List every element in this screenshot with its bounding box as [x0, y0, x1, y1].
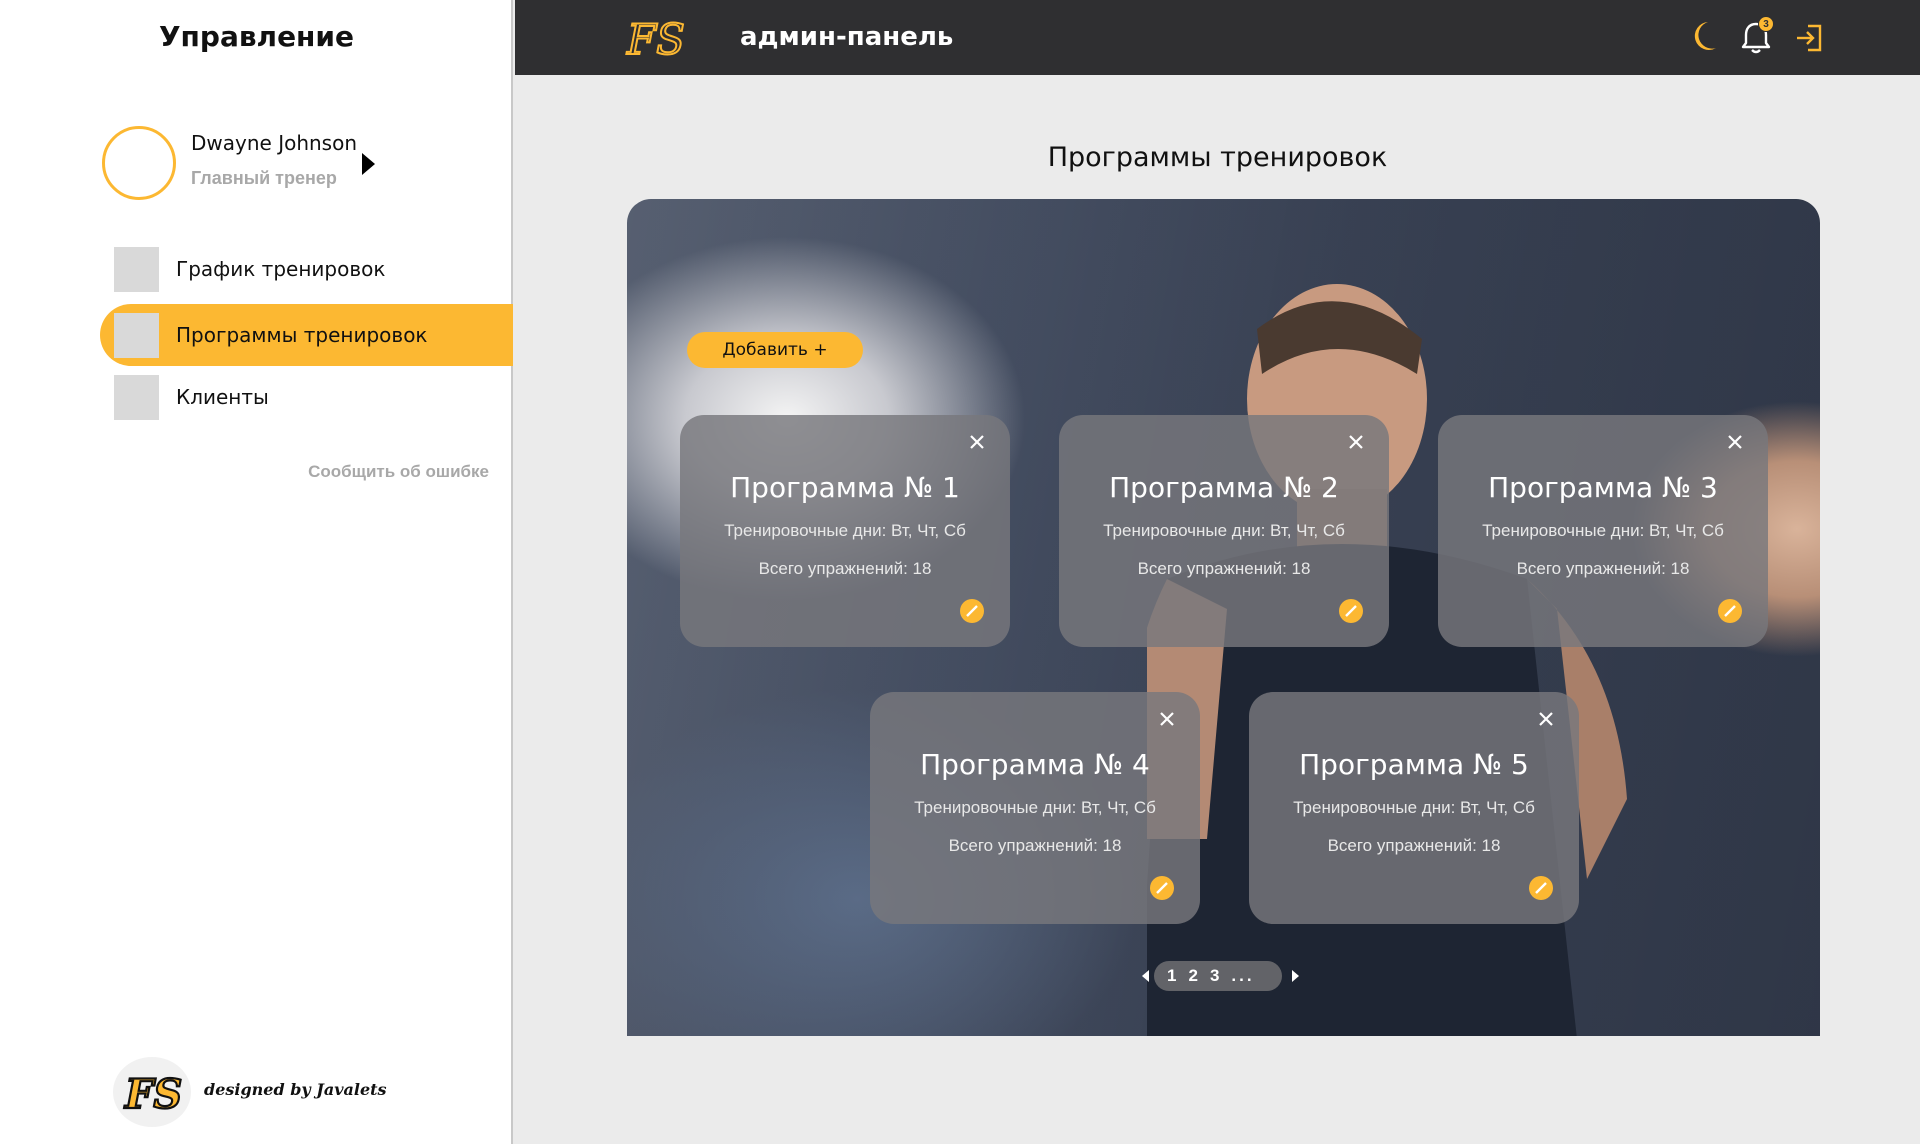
schedule-icon — [114, 246, 159, 292]
program-days: Тренировочные дни: Вт, Чт, Сб — [914, 798, 1156, 817]
close-icon[interactable] — [1535, 708, 1557, 730]
sidebar-item-schedule[interactable]: График тренировок — [100, 238, 513, 300]
close-icon[interactable] — [966, 431, 988, 453]
logout-icon[interactable] — [1792, 18, 1828, 56]
sidebar-item-clients[interactable]: Клиенты — [100, 366, 513, 428]
svg-text:FS: FS — [124, 1071, 182, 1118]
program-days: Тренировочные дни: Вт, Чт, Сб — [1482, 521, 1724, 540]
edit-pencil-icon[interactable] — [1339, 599, 1363, 623]
program-exercise-count: Всего упражнений: 18 — [1327, 836, 1501, 855]
javalets-logo-icon: FS — [113, 1057, 191, 1127]
bell-icon[interactable]: 3 — [1738, 16, 1774, 56]
clients-icon — [114, 374, 159, 420]
program-exercise-count: Всего упражнений: 18 — [1137, 559, 1311, 578]
edit-pencil-icon[interactable] — [960, 599, 984, 623]
program-title: Программа № 4 — [920, 748, 1150, 781]
program-card[interactable]: Программа № 2 Тренировочные дни: Вт, Чт,… — [1059, 415, 1389, 647]
programs-panel: Добавить + Программа № 1 Тренировочные д… — [627, 199, 1820, 1036]
avatar[interactable] — [102, 126, 176, 200]
top-header: FS админ-панель 3 — [515, 0, 1920, 75]
add-program-button[interactable]: Добавить + — [687, 332, 863, 368]
program-days: Тренировочные дни: Вт, Чт, Сб — [724, 521, 966, 540]
close-icon[interactable] — [1156, 708, 1178, 730]
sidebar-title: Управление — [158, 20, 355, 53]
close-icon[interactable] — [1724, 431, 1746, 453]
program-days: Тренировочные дни: Вт, Чт, Сб — [1103, 521, 1345, 540]
program-card[interactable]: Программа № 5 Тренировочные дни: Вт, Чт,… — [1249, 692, 1579, 924]
sidebar: Управление Dwayne Johnson Главный тренер… — [0, 0, 513, 1144]
program-title: Программа № 3 — [1488, 471, 1718, 504]
edit-pencil-icon[interactable] — [1529, 876, 1553, 900]
program-exercise-count: Всего упражнений: 18 — [1516, 559, 1690, 578]
fs-logo-icon[interactable]: FS — [625, 10, 687, 65]
page-number[interactable]: 2 — [1188, 966, 1197, 986]
profile-role: Главный тренер — [191, 168, 337, 188]
profile-name: Dwayne Johnson — [191, 131, 358, 155]
page-title: Программы тренировок — [1047, 142, 1388, 173]
pagination-pages: 1 2 3 ... — [1154, 961, 1282, 991]
pagination-next-icon[interactable] — [1292, 970, 1299, 982]
edit-pencil-icon[interactable] — [1718, 599, 1742, 623]
page-number[interactable]: 3 — [1210, 966, 1219, 986]
notification-badge: 3 — [1758, 16, 1774, 32]
pagination: 1 2 3 ... — [1142, 961, 1312, 991]
program-title: Программа № 2 — [1109, 471, 1339, 504]
program-title: Программа № 5 — [1299, 748, 1529, 781]
designed-by-text: designed by Javalets — [204, 1080, 387, 1099]
sidebar-item-label: Клиенты — [176, 385, 269, 409]
program-exercise-count: Всего упражнений: 18 — [758, 559, 932, 578]
program-title: Программа № 1 — [730, 471, 960, 504]
edit-pencil-icon[interactable] — [1150, 876, 1174, 900]
sidebar-item-label: Программы тренировок — [176, 323, 428, 347]
report-bug-link[interactable]: Сообщить об ошибке — [0, 462, 489, 482]
program-card[interactable]: Программа № 1 Тренировочные дни: Вт, Чт,… — [680, 415, 1010, 647]
program-exercise-count: Всего упражнений: 18 — [948, 836, 1122, 855]
program-card[interactable]: Программа № 3 Тренировочные дни: Вт, Чт,… — [1438, 415, 1768, 647]
sidebar-item-label: График тренировок — [176, 257, 386, 281]
user-profile[interactable]: Dwayne Johnson Главный тренер — [102, 126, 402, 200]
svg-text:FS: FS — [626, 15, 685, 64]
sidebar-item-programs[interactable]: Программы тренировок — [100, 304, 513, 366]
page-ellipsis: ... — [1231, 966, 1255, 985]
profile-expand-arrow-icon[interactable] — [362, 153, 375, 175]
app-title: админ-панель — [740, 22, 954, 52]
pagination-prev-icon[interactable] — [1142, 970, 1149, 982]
moon-icon[interactable] — [1686, 18, 1722, 56]
program-days: Тренировочные дни: Вт, Чт, Сб — [1293, 798, 1535, 817]
program-card[interactable]: Программа № 4 Тренировочные дни: Вт, Чт,… — [870, 692, 1200, 924]
programs-icon — [114, 312, 159, 358]
page-number[interactable]: 1 — [1167, 966, 1176, 986]
close-icon[interactable] — [1345, 431, 1367, 453]
